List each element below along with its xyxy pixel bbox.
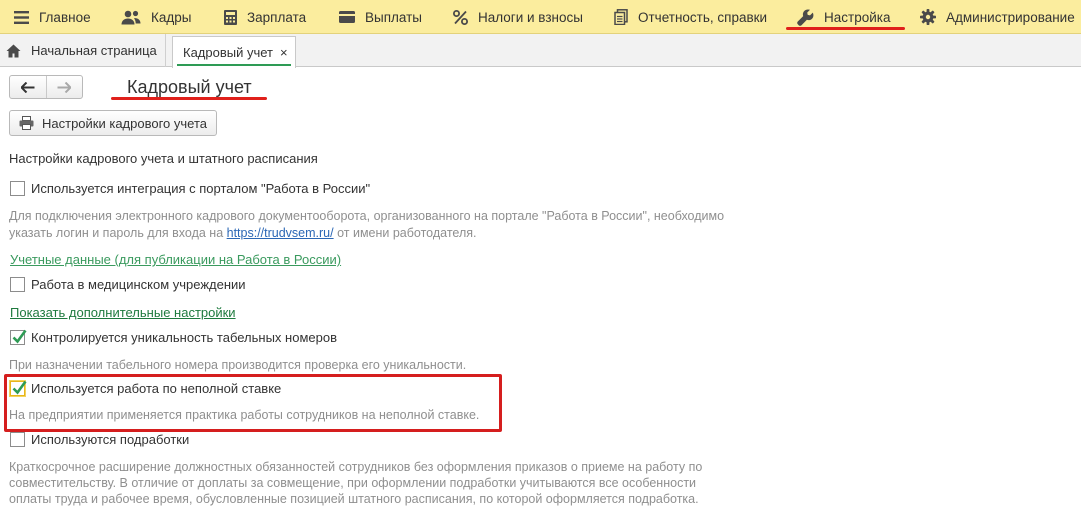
unique-numbers-checkbox[interactable]: [10, 329, 27, 345]
menu-item-label: Администрирование: [946, 9, 1075, 25]
more-settings-link[interactable]: Показать дополнительные настройки: [10, 305, 236, 320]
forward-button[interactable]: [45, 76, 83, 98]
main-menu-bar: Главное Кадры Зарплата Выплаты Налоги и …: [0, 0, 1081, 34]
wallet-icon: [339, 11, 355, 23]
menu-item-payments[interactable]: Выплаты: [339, 0, 422, 34]
printer-icon: [19, 116, 34, 130]
hint-text: от имени работодателя.: [333, 226, 477, 240]
gear-icon: [920, 9, 936, 25]
menu-item-taxes[interactable]: Налоги и взносы: [453, 0, 583, 34]
page-title: Кадровый учет: [127, 77, 252, 97]
tab-hr-accounting[interactable]: Кадровый учет ×: [172, 36, 296, 68]
side-jobs-option[interactable]: Используются подработки: [10, 432, 189, 447]
unique-numbers-hint: При назначении табельного номера произво…: [9, 358, 467, 372]
menu-item-label: Отчетность, справки: [638, 9, 768, 25]
menu-item-label: Главное: [39, 9, 91, 25]
menu-item-label: Зарплата: [247, 9, 307, 25]
menu-item-label: Настройка: [824, 9, 891, 25]
tab-label: Начальная страница: [31, 43, 157, 58]
close-icon[interactable]: ×: [280, 45, 288, 60]
part-time-annotation-box: [4, 374, 502, 432]
hint-text: указать логин и пароль для входа на: [9, 226, 227, 240]
menu-item-main[interactable]: Главное: [14, 0, 91, 34]
side-jobs-hint-line-2: совместительству. В отличие от доплаты з…: [9, 476, 697, 490]
medical-option[interactable]: Работа в медицинском учреждении: [10, 277, 246, 292]
hr-settings-button[interactable]: Настройки кадрового учета: [9, 110, 217, 136]
side-jobs-hint-line-3: оплаты труда и рабочее время, обусловлен…: [9, 492, 699, 506]
checkbox-label: Работа в медицинском учреждении: [31, 277, 246, 292]
percent-icon: [453, 9, 468, 25]
menu-item-salary[interactable]: Зарплата: [224, 0, 306, 34]
menu-item-administration[interactable]: Администрирование: [920, 0, 1075, 34]
back-button[interactable]: [10, 76, 46, 98]
checkbox-label: Используются подработки: [31, 432, 190, 447]
checkbox-label: Используется интеграция с порталом "Рабо…: [31, 181, 371, 196]
menu-item-hr[interactable]: Кадры: [121, 0, 191, 34]
unique-numbers-option[interactable]: Контролируется уникальность табельных но…: [10, 329, 337, 345]
button-label: Настройки кадрового учета: [42, 115, 208, 131]
side-jobs-checkbox[interactable]: [10, 432, 25, 447]
checkmark-icon: [12, 329, 27, 344]
side-jobs-hint-line-1: Краткосрочное расширение должностных обя…: [9, 460, 703, 474]
trudvsem-link[interactable]: https://trudvsem.ru/: [227, 226, 334, 240]
arrow-right-icon: [57, 81, 72, 93]
active-tab-indicator: [177, 64, 291, 66]
portal-hint-line-1: Для подключения электронного кадрового д…: [9, 209, 725, 223]
menu-item-label: Выплаты: [365, 9, 422, 25]
navigation-buttons: [9, 75, 83, 99]
portal-hint-line-2: указать логин и пароль для входа на http…: [9, 225, 476, 242]
medical-checkbox[interactable]: [10, 277, 25, 292]
menu-item-label: Кадры: [151, 9, 192, 25]
portal-integration-option[interactable]: Используется интеграция с порталом "Рабо…: [10, 181, 370, 196]
tab-bar: Начальная страница Кадровый учет ×: [0, 34, 1081, 68]
documents-icon: [614, 9, 628, 25]
section-heading: Настройки кадрового учета и штатного рас…: [9, 151, 318, 166]
credentials-link[interactable]: Учетные данные (для публикации на Работа…: [10, 252, 341, 267]
people-icon: [121, 10, 141, 24]
calculator-icon: [224, 9, 237, 25]
hamburger-icon: [14, 10, 29, 24]
checkbox-label: Контролируется уникальность табельных но…: [31, 330, 337, 345]
title-annotation-underline: [111, 97, 267, 100]
settings-annotation-underline: [786, 27, 905, 30]
tab-label: Кадровый учет: [183, 45, 273, 60]
arrow-left-icon: [20, 81, 35, 93]
wrench-icon: [797, 8, 814, 26]
home-icon: [6, 44, 21, 57]
menu-item-reports[interactable]: Отчетность, справки: [614, 0, 767, 34]
menu-item-label: Налоги и взносы: [478, 9, 583, 25]
tab-home[interactable]: Начальная страница: [6, 34, 166, 67]
portal-integration-checkbox[interactable]: [10, 181, 25, 196]
